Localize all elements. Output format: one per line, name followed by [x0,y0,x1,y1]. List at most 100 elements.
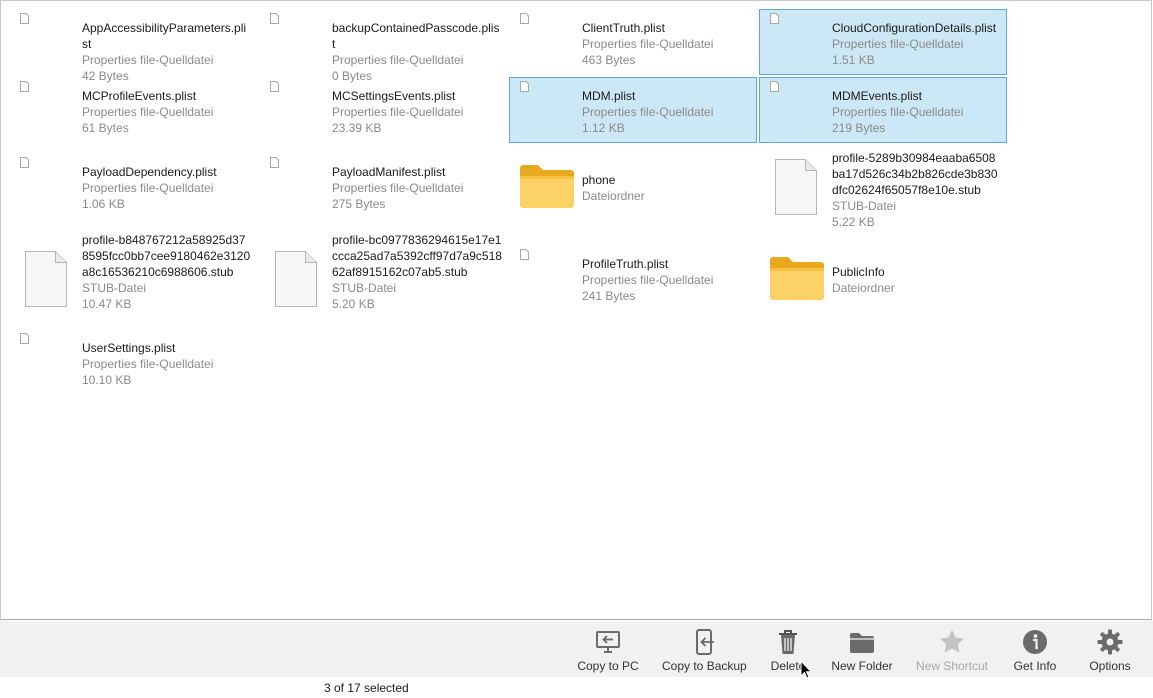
file-size: 1.12 KB [582,121,625,135]
file-type: STUB-Datei [82,281,147,295]
file-icon [20,13,29,24]
file-type: Properties file-Quelldatei [82,181,214,195]
file-tile[interactable]: PayloadManifest.plist Properties file-Qu… [259,153,507,223]
file-tile-selected[interactable]: MDM.plist Properties file-Quelldatei 1.1… [509,77,757,143]
file-tile[interactable]: UserSettings.plist Properties file-Quell… [9,329,257,395]
file-name: MDM.plist [582,89,636,103]
folder-icon [520,165,574,208]
file-icon [20,333,29,344]
file-size: 219 Bytes [832,121,886,135]
mouse-cursor-icon [800,660,812,679]
file-type: Properties file-Quelldatei [82,357,214,371]
folder-name: PublicInfo [832,265,885,279]
file-name: UserSettings.plist [82,341,176,355]
folder-type: Dateiordner [582,189,645,203]
file-size: 10.10 KB [82,373,132,387]
file-name: profile-5289b30984eaaba6508ba17d526c34b2… [832,151,998,197]
new-folder-label: New Folder [831,659,893,673]
file-tile[interactable]: ProfileTruth.plist Properties file-Quell… [509,245,757,311]
file-size: 1.51 KB [832,53,875,67]
file-name: PayloadDependency.plist [82,165,217,179]
folder-name: phone [582,173,616,187]
file-tile[interactable]: MCSettingsEvents.plist Properties file-Q… [259,77,507,143]
file-type: Properties file-Quelldatei [582,273,714,287]
file-size: 10.47 KB [82,297,132,311]
file-tile[interactable]: profile-bc0977836294615e17e1ccca25ad7a53… [259,231,507,329]
file-tile-selected[interactable]: MDMEvents.plist Properties file-Quelldat… [759,77,1007,143]
new-folder-button[interactable]: New Folder [830,621,894,677]
file-size: 5.20 KB [332,297,375,311]
file-size: 241 Bytes [582,289,636,303]
file-icon [520,249,529,260]
file-icon [270,13,279,24]
file-name: profile-bc0977836294615e17e1ccca25ad7a53… [332,233,502,279]
file-name: ProfileTruth.plist [582,257,669,271]
file-icon [270,81,279,92]
file-size: 23.39 KB [332,121,382,135]
file-size: 61 Bytes [82,121,129,135]
copy-to-pc-label: Copy to PC [577,659,639,673]
file-size: 5.22 KB [832,215,875,229]
gear-icon [1097,629,1123,655]
file-size: 463 Bytes [582,53,636,67]
file-tile[interactable]: profile-5289b30984eaaba6508ba17d526c34b2… [759,147,1007,229]
file-icon [520,81,529,92]
file-name: PayloadManifest.plist [332,165,446,179]
copy-to-backup-button[interactable]: Copy to Backup [662,621,747,677]
file-tile[interactable]: AppAccessibilityParameters.plist Propert… [9,9,257,83]
action-toolbar: Copy to PC Copy to Backup Delete New Fol… [0,621,1153,677]
stub-file-icon [275,251,317,307]
file-size: 1.06 KB [82,197,125,211]
file-name: profile-b848767212a58925d378595fcc0bb7ce… [82,233,251,279]
file-icon [770,13,779,24]
copy-to-backup-icon [696,629,714,655]
folder-tile[interactable]: PublicInfo Dateiordner [759,245,1007,311]
file-type: Properties file-Quelldatei [332,181,464,195]
new-shortcut-button[interactable]: New Shortcut [912,621,992,677]
file-type: Properties file-Quelldatei [832,37,964,51]
info-icon [1023,630,1047,654]
copy-to-pc-icon [596,631,620,653]
trash-icon [779,630,797,654]
file-grid: AppAccessibilityParameters.plist Propert… [0,0,1152,620]
get-info-button[interactable]: Get Info [1008,621,1062,677]
file-tile[interactable]: MCProfileEvents.plist Properties file-Qu… [9,77,257,143]
stub-file-icon [25,251,67,307]
file-type: Properties file-Quelldatei [82,105,214,119]
file-name: MCSettingsEvents.plist [332,89,456,103]
get-info-label: Get Info [1013,659,1057,673]
stub-file-icon [775,159,817,215]
file-icon [270,157,279,168]
file-size: 275 Bytes [332,197,386,211]
file-tile[interactable]: PayloadDependency.plist Properties file-… [9,153,257,223]
options-label: Options [1089,659,1131,673]
file-icon [520,13,529,24]
file-tile[interactable]: ClientTruth.plist Properties file-Quelld… [509,9,757,75]
file-type: Properties file-Quelldatei [582,105,714,119]
file-icon [20,157,29,168]
file-name: backupContainedPasscode.plist [332,21,500,51]
copy-to-backup-label: Copy to Backup [662,659,747,673]
file-name: MCProfileEvents.plist [82,89,197,103]
file-type: Properties file-Quelldatei [582,37,714,51]
file-type: STUB-Datei [332,281,397,295]
file-type: STUB-Datei [832,199,897,213]
file-type: Properties file-Quelldatei [82,53,214,67]
file-icon [20,81,29,92]
file-tile[interactable]: profile-b848767212a58925d378595fcc0bb7ce… [9,231,257,329]
file-name: CloudConfigurationDetails.plist [832,21,997,35]
options-button[interactable]: Options [1082,621,1138,677]
selection-count: 3 of 17 selected [324,681,409,695]
folder-icon [850,633,874,653]
file-type: Properties file-Quelldatei [332,53,464,67]
file-tile[interactable]: backupContainedPasscode.plist Properties… [259,9,507,83]
file-tile-selected[interactable]: CloudConfigurationDetails.plist Properti… [759,9,1007,75]
file-name: MDMEvents.plist [832,89,923,103]
file-icon [770,81,779,92]
new-shortcut-label: New Shortcut [915,659,989,673]
folder-type: Dateiordner [832,281,895,295]
file-type: Properties file-Quelldatei [832,105,964,119]
copy-to-pc-button[interactable]: Copy to PC [576,621,640,677]
folder-tile[interactable]: phone Dateiordner [509,153,757,223]
star-icon [940,630,964,653]
